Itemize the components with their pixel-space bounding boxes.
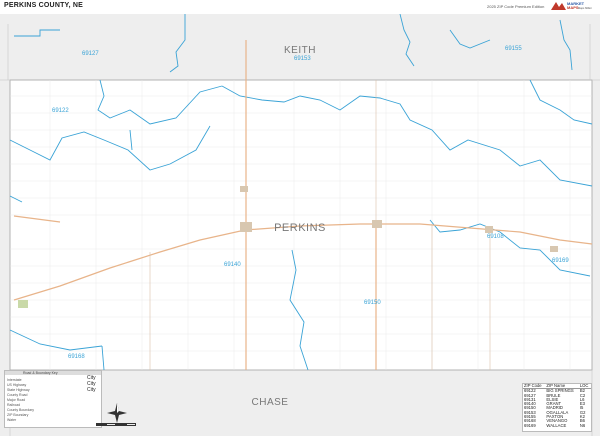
map-legend: Road & Boundary Key Interstate US Highwa… — [4, 370, 102, 428]
zip-label: 69150 — [364, 300, 381, 306]
legend-city-key: City City City — [87, 375, 96, 393]
elsie-town-marker — [485, 226, 493, 233]
zip-label: 69127 — [82, 51, 99, 57]
legend-row: ZIP Boundary — [7, 413, 29, 417]
legend-row: Major Road — [7, 398, 26, 402]
zip-label: 69155 — [505, 46, 522, 52]
venango-town-marker — [18, 300, 28, 308]
madrid-town-marker — [372, 220, 382, 228]
zip-label: 69108 — [487, 234, 504, 240]
zip-cell: 69169 — [524, 422, 536, 428]
zip-label: 69153 — [294, 56, 311, 62]
zip-code-table: ZIP Code ZIP Name LOC 69122 BIG SPRINGS B2… — [522, 383, 592, 432]
edition-label: 2025 ZIP Code Premium Edition — [487, 4, 545, 9]
zip-label: 69169 — [552, 258, 569, 264]
brand-logo: MARKET MAPS Maps Millions — [550, 0, 592, 12]
legend-row: Railroad — [7, 403, 21, 407]
header: PERKINS COUNTY, NE 2025 ZIP Code Premium… — [0, 0, 600, 14]
north-town-marker — [240, 186, 248, 192]
grant-town-marker — [240, 222, 252, 232]
zip-label: 69122 — [52, 108, 69, 114]
zip-label: 69168 — [68, 354, 85, 360]
zip-name-cell: WALLACE — [546, 422, 567, 428]
scale-bar — [96, 423, 136, 426]
perkins-county-label: PERKINS — [274, 222, 326, 234]
zip-label: 69140 — [224, 262, 241, 268]
loc-cell: N6 — [579, 422, 586, 428]
keith-county-label: KEITH — [284, 45, 316, 56]
legend-row: Water — [7, 418, 17, 422]
page: PERKINS COUNTY, NE 2025 ZIP Code Premium… — [0, 0, 600, 436]
legend-row: County Road — [7, 393, 28, 397]
compass-rose-icon — [107, 403, 127, 423]
table-row: 69169 WALLACE N6 — [523, 422, 591, 428]
legend-row: County Boundary — [7, 408, 35, 412]
legend-row: State Highway — [7, 388, 30, 392]
legend-row: Interstate — [7, 378, 22, 382]
map-title: PERKINS COUNTY, NE — [4, 2, 84, 9]
legend-city-label: City — [87, 387, 96, 393]
chase-county-label: CHASE — [252, 397, 289, 408]
svg-text:Maps Millions: Maps Millions — [578, 6, 592, 10]
wallace-town-marker — [550, 246, 558, 252]
legend-row: US Highway — [7, 383, 27, 387]
